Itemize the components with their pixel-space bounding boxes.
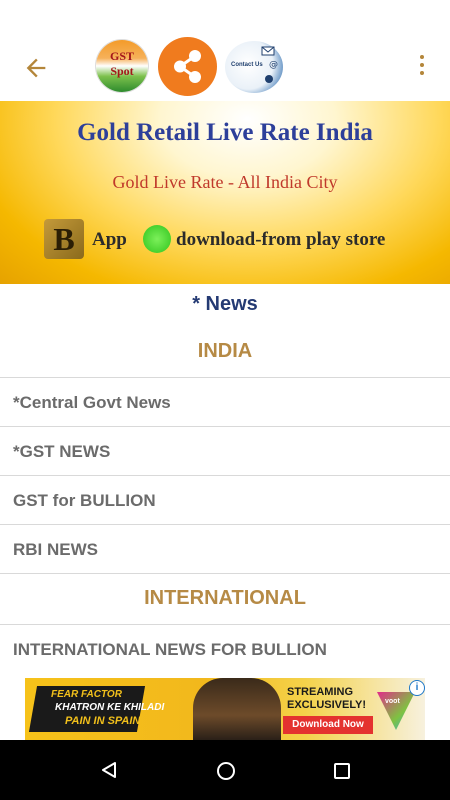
ad-streaming-line1: STREAMING xyxy=(287,686,353,698)
nav-recents-icon[interactable] xyxy=(334,763,350,779)
promo-banner[interactable]: Gold Retail Live Rate India Gold Live Ra… xyxy=(0,101,450,284)
ad-download-button[interactable]: Download Now xyxy=(283,716,373,734)
more-vert-icon[interactable] xyxy=(416,55,428,79)
nav-back-icon[interactable] xyxy=(100,761,118,779)
list-item-central-govt-news[interactable]: *Central Govt News xyxy=(0,378,450,426)
svg-text:@: @ xyxy=(269,60,278,70)
contact-us-icon: @ xyxy=(261,46,278,83)
section-header-international: INTERNATIONAL xyxy=(144,587,306,609)
contact-us-button[interactable]: Contact Us @ xyxy=(225,41,283,93)
ad-person-image xyxy=(193,678,281,740)
list-item-rbi-news[interactable]: RBI NEWS xyxy=(0,525,450,573)
list-item-gst-news[interactable]: *GST NEWS xyxy=(0,427,450,475)
list-item-label: *GST NEWS xyxy=(13,442,111,461)
list-item-label: INTERNATIONAL NEWS FOR BULLION xyxy=(13,640,327,659)
banner-title: Gold Retail Live Rate India xyxy=(77,119,373,146)
system-nav-bar xyxy=(0,740,450,800)
ad-streaming-line2: EXCLUSIVELY! xyxy=(287,699,367,711)
ad-badge-line3: PAIN IN SPAIN xyxy=(65,715,141,727)
android-icon xyxy=(143,225,171,253)
ad-banner[interactable]: FEAR FACTOR KHATRON KE KHILADI PAIN IN S… xyxy=(25,678,425,740)
divider xyxy=(0,573,450,574)
list-item-label: *Central Govt News xyxy=(13,393,171,412)
list-item-gst-for-bullion[interactable]: GST for BULLION xyxy=(0,476,450,524)
nav-home-icon[interactable] xyxy=(217,762,235,780)
ad-info-icon[interactable]: i xyxy=(409,680,425,696)
list-item-international-news-for-bullion[interactable]: INTERNATIONAL NEWS FOR BULLION xyxy=(0,625,450,673)
page-title: * News xyxy=(192,293,258,315)
banner-logo: B xyxy=(44,219,84,259)
banner-subtitle: Gold Live Rate - All India City xyxy=(112,172,338,192)
ad-brand-label: voot xyxy=(385,698,400,705)
gst-logo-line2: Spot xyxy=(110,64,134,78)
list-item-label: GST for BULLION xyxy=(13,491,156,510)
ad-badge-line2: KHATRON KE KHILADI xyxy=(55,702,165,713)
gst-logo-line1: GST xyxy=(109,49,134,63)
share-icon xyxy=(174,50,201,83)
banner-download-text: download-from play store xyxy=(176,229,386,250)
section-header-india: INDIA xyxy=(197,340,253,362)
banner-app-text: App xyxy=(92,229,127,250)
gst-spot-logo[interactable]: GST Spot xyxy=(96,40,148,92)
list-item-label: RBI NEWS xyxy=(13,540,98,559)
share-button[interactable] xyxy=(158,37,217,96)
ad-badge-line1: FEAR FACTOR xyxy=(51,689,122,700)
app-bar: GST Spot Contact Us @ xyxy=(0,0,450,101)
back-arrow-icon[interactable] xyxy=(22,54,50,82)
